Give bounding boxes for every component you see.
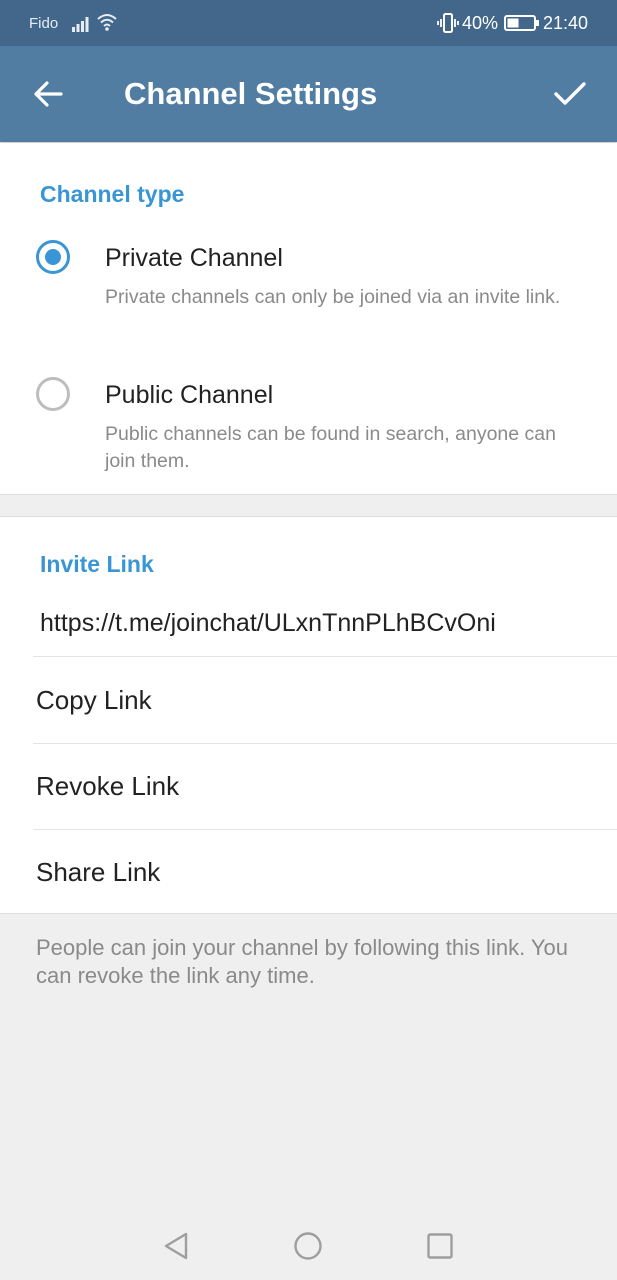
public-channel-description: Public channels can be found in search, … xyxy=(105,423,556,472)
copy-link-button[interactable]: Copy Link xyxy=(0,657,617,743)
share-link-label: Share Link xyxy=(36,857,161,887)
arrow-left-icon xyxy=(34,81,63,107)
nav-home-button[interactable] xyxy=(288,1226,328,1266)
nav-recents-button[interactable] xyxy=(420,1226,460,1266)
system-nav-bar xyxy=(0,1210,617,1280)
vibrate-icon xyxy=(437,13,459,33)
page-title: Channel Settings xyxy=(124,76,378,111)
revoke-link-button[interactable]: Revoke Link xyxy=(0,743,617,829)
private-channel-title: Private Channel xyxy=(105,244,283,272)
share-link-button[interactable]: Share Link xyxy=(0,829,617,915)
nav-back-button[interactable] xyxy=(156,1226,196,1266)
invite-link-section: Invite Link https://t.me/joinchat/ULxnTn… xyxy=(0,516,617,914)
home-circle-icon xyxy=(294,1232,322,1260)
clock: 21:40 xyxy=(543,13,589,33)
back-button[interactable] xyxy=(22,70,74,118)
invite-link-url[interactable]: https://t.me/joinchat/ULxnTnnPLhBCvOni xyxy=(40,609,496,638)
battery-percent: 40% xyxy=(462,13,499,33)
signal-icon xyxy=(72,17,89,32)
copy-link-label: Copy Link xyxy=(36,685,152,715)
public-channel-title: Public Channel xyxy=(105,381,274,409)
app-bar: Channel Settings xyxy=(0,46,617,142)
revoke-link-label: Revoke Link xyxy=(36,771,180,801)
battery-icon xyxy=(504,15,539,31)
private-channel-description: Private channels can only be joined via … xyxy=(105,286,561,308)
carrier-name: Fido xyxy=(29,15,59,32)
wifi-icon xyxy=(97,14,117,31)
private-channel-radio[interactable] xyxy=(36,240,70,274)
done-button[interactable] xyxy=(545,70,595,118)
channel-type-header: Channel type xyxy=(40,181,185,207)
recents-square-icon xyxy=(427,1233,453,1259)
public-channel-radio[interactable] xyxy=(36,377,70,411)
status-bar: Fido 40% 21:40 xyxy=(0,0,617,46)
checkmark-icon xyxy=(554,82,586,105)
invite-link-hint: People can join your channel by followin… xyxy=(36,935,569,988)
invite-link-header: Invite Link xyxy=(40,551,154,577)
back-triangle-icon xyxy=(164,1232,188,1260)
channel-type-section: Channel type Private Channel Private cha… xyxy=(0,143,617,495)
